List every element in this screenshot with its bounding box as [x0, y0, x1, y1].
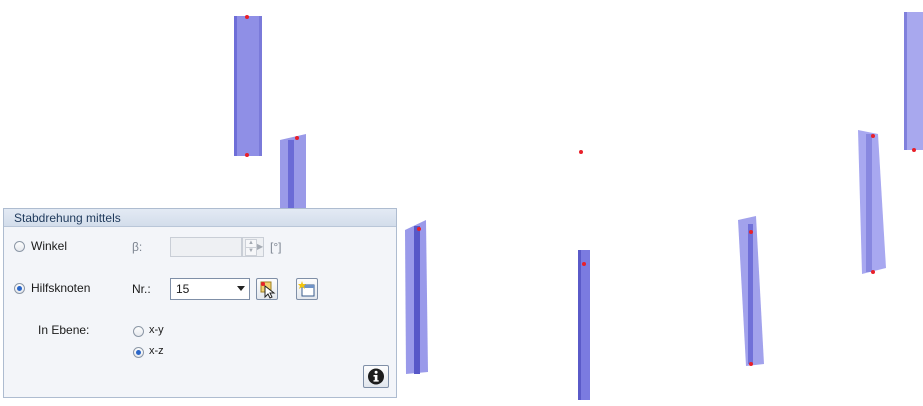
member-3[interactable]	[405, 220, 428, 374]
node-point[interactable]	[582, 262, 586, 266]
node-point[interactable]	[912, 148, 916, 152]
node-point[interactable]	[245, 15, 249, 19]
plane-xz-radio[interactable]	[133, 347, 144, 358]
info-button[interactable]	[363, 365, 389, 388]
node-number-label: Nr.:	[132, 282, 151, 296]
member-2[interactable]	[280, 134, 306, 218]
member-6[interactable]	[858, 130, 886, 274]
node-point[interactable]	[749, 230, 753, 234]
member-1[interactable]	[234, 16, 262, 156]
cursor-pick-icon	[260, 281, 276, 299]
new-node-button[interactable]	[296, 278, 318, 300]
member-rotation-panel: Stabdrehung mittels Winkel β: ▲ ▼ ▶ [°] …	[3, 208, 397, 398]
pick-node-button[interactable]	[256, 278, 278, 300]
node-number-value: 15	[176, 282, 190, 296]
hilfsknoten-label[interactable]: Hilfsknoten	[31, 281, 90, 295]
plane-xz-label[interactable]: x-z	[149, 345, 164, 357]
member-5[interactable]	[738, 216, 764, 366]
panel-header: Stabdrehung mittels	[4, 209, 396, 227]
winkel-label[interactable]: Winkel	[31, 239, 67, 253]
beta-label: β:	[132, 240, 143, 254]
node-point[interactable]	[871, 134, 875, 138]
beta-spinner: ▲ ▼ ▶	[242, 237, 264, 257]
node-point[interactable]	[295, 136, 299, 140]
beta-unit: [°]	[270, 240, 282, 254]
info-icon	[368, 368, 384, 385]
spin-arrow-icon: ▶	[257, 242, 264, 251]
node-point[interactable]	[579, 150, 583, 154]
hilfsknoten-radio[interactable]	[14, 283, 25, 294]
in-plane-label: In Ebene:	[38, 323, 90, 337]
chevron-down-icon[interactable]	[237, 286, 245, 291]
member-4[interactable]	[578, 250, 590, 400]
node-point[interactable]	[871, 270, 875, 274]
node-number-select[interactable]: 15	[170, 278, 250, 300]
node-point[interactable]	[749, 362, 753, 366]
node-point[interactable]	[245, 153, 249, 157]
beta-input	[170, 237, 242, 257]
plane-xy-radio[interactable]	[133, 326, 144, 337]
spin-down-icon: ▼	[245, 247, 257, 256]
member-7[interactable]	[904, 12, 923, 150]
plane-xy-label[interactable]: x-y	[149, 324, 164, 336]
winkel-radio[interactable]	[14, 241, 25, 252]
new-node-icon	[298, 281, 315, 297]
node-point[interactable]	[417, 227, 421, 231]
panel-title: Stabdrehung mittels	[14, 211, 121, 225]
